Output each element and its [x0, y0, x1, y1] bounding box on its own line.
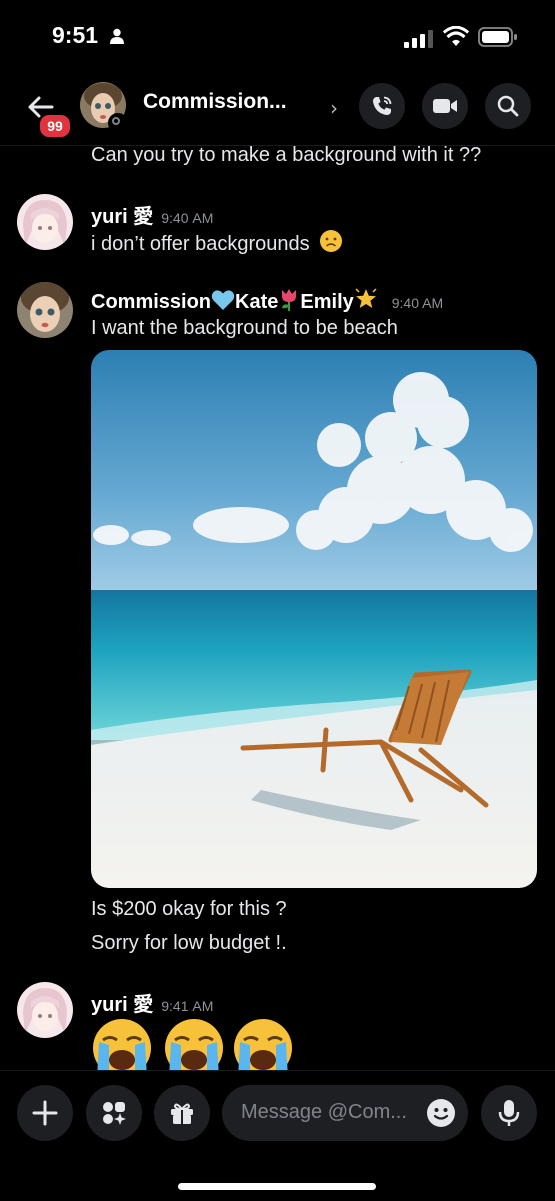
- message-timestamp: 9:41 AM: [161, 998, 214, 1014]
- phone-icon: [373, 96, 392, 115]
- video-camera-icon: [433, 99, 457, 113]
- search-button[interactable]: [485, 83, 531, 129]
- message-input[interactable]: Message @Com...: [222, 1085, 468, 1141]
- commission-avatar[interactable]: [17, 282, 73, 338]
- message-body: I want the background to be beach: [91, 317, 398, 339]
- emoji-picker-icon[interactable]: [426, 1098, 456, 1128]
- focus-person-icon: [110, 28, 124, 44]
- video-call-button[interactable]: [422, 83, 468, 129]
- status-bar: 9:51: [0, 0, 555, 70]
- channel-title[interactable]: Commission...: [143, 90, 287, 114]
- tulip-icon: [282, 289, 297, 311]
- loudly-crying-face-icon: [234, 1019, 292, 1070]
- yuri-avatar[interactable]: [17, 982, 73, 1038]
- apps-sparkle-icon: [103, 1102, 126, 1125]
- message-body: i don’t offer backgrounds: [91, 233, 310, 255]
- author-name[interactable]: yuri 愛: [91, 994, 153, 1016]
- voice-call-button[interactable]: [359, 83, 405, 129]
- home-indicator[interactable]: [178, 1183, 376, 1190]
- gift-button[interactable]: [154, 1085, 210, 1141]
- search-icon: [497, 95, 519, 117]
- message-text: i don’t offer backgrounds: [91, 229, 343, 256]
- message-list[interactable]: Can you try to make a background with it…: [0, 140, 555, 1070]
- message-body: Is $200 okay for this ?: [91, 898, 287, 920]
- battery-icon: [478, 27, 517, 47]
- author-name-part[interactable]: Kate: [235, 291, 278, 313]
- yuri-avatar[interactable]: [17, 194, 73, 250]
- status-time: 9:51: [52, 22, 99, 48]
- chat-header: 99 Commission... ›: [0, 70, 555, 146]
- gift-icon: [171, 1103, 193, 1124]
- message-author[interactable]: Commission Kate Emily 9:40 AM: [91, 287, 443, 314]
- wifi-icon: [443, 26, 469, 46]
- voice-message-button[interactable]: [481, 1085, 537, 1141]
- presence-indicator: [108, 113, 128, 133]
- loudly-crying-face-icon: [93, 1019, 151, 1070]
- message-body: Sorry for low budget !.: [91, 932, 287, 954]
- microphone-icon: [498, 1100, 520, 1126]
- plus-icon: [32, 1100, 58, 1126]
- author-name-part[interactable]: Emily: [300, 291, 353, 313]
- glowing-star-icon: [355, 288, 377, 308]
- message-input-placeholder: Message @Com...: [241, 1101, 407, 1123]
- message-timestamp: 9:40 AM: [391, 295, 444, 311]
- message-composer: Message @Com...: [0, 1070, 555, 1201]
- beach-image-attachment[interactable]: [91, 350, 537, 888]
- chevron-right-icon[interactable]: ›: [330, 96, 338, 120]
- apps-button[interactable]: [86, 1085, 142, 1141]
- loudly-crying-face-icon: [165, 1019, 223, 1070]
- emoji-row: [91, 1018, 301, 1070]
- slightly-frowning-face-icon: [320, 230, 343, 252]
- message-timestamp: 9:40 AM: [161, 210, 214, 226]
- author-name[interactable]: yuri 愛: [91, 206, 153, 228]
- message-author[interactable]: yuri 愛 9:41 AM: [91, 988, 213, 1017]
- unread-badge: 99: [38, 113, 72, 139]
- cellular-signal-icon: [404, 30, 433, 48]
- author-name-part[interactable]: Commission: [91, 291, 211, 313]
- message-text-cutoff: Can you try to make a background with it…: [91, 144, 482, 166]
- message-author[interactable]: yuri 愛 9:40 AM: [91, 200, 213, 229]
- light-blue-heart-icon: [211, 290, 235, 310]
- add-attachment-button[interactable]: [17, 1085, 73, 1141]
